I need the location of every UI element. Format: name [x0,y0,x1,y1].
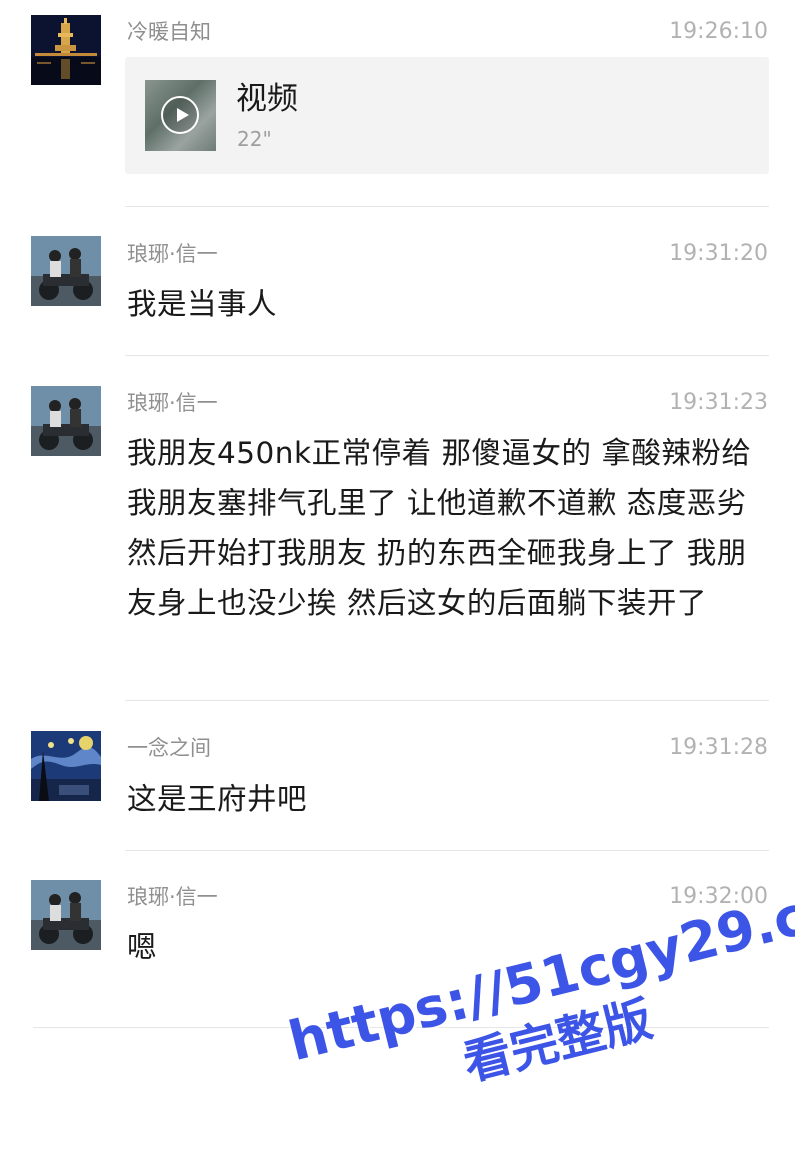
message-divider [125,850,769,851]
sender-name: 冷暖自知 [127,20,211,44]
starry-night-avatar-icon[interactable] [31,731,101,801]
sender-name: 琅琊·信一 [127,885,218,909]
watermark: https://51cgy29.com 看完整版 [269,830,795,1150]
message-text: 这是王府井吧 [127,782,308,816]
message-text: 我是当事人 [127,287,278,321]
motorcycle-riders-avatar-icon[interactable] [31,386,101,456]
message-text: 我朋友450nk正常停着 那傻逼女的 拿酸辣粉给我朋友塞排气孔里了 让他道歉不道… [127,436,752,620]
play-icon[interactable] [161,96,199,134]
video-duration: 22" [237,127,272,151]
sender-name: 琅琊·信一 [127,242,218,266]
motorcycle-riders-avatar-icon[interactable] [31,236,101,306]
video-thumbnail[interactable] [145,80,216,151]
video-title: 视频 [236,81,298,117]
sender-name: 琅琊·信一 [127,391,218,415]
motorcycle-riders-avatar-icon[interactable] [31,880,101,950]
message-time: 19:31:20 [669,241,768,266]
message-divider [125,355,769,356]
video-message-card[interactable]: 视频 22" [125,57,769,174]
message-time: 19:31:28 [669,735,768,760]
message-time: 19:26:10 [669,19,768,44]
message-divider [125,206,769,207]
night-city-avatar-icon[interactable] [31,15,101,85]
message-time: 19:31:23 [669,390,768,415]
message-divider [125,700,769,701]
sender-name: 一念之间 [127,736,211,760]
